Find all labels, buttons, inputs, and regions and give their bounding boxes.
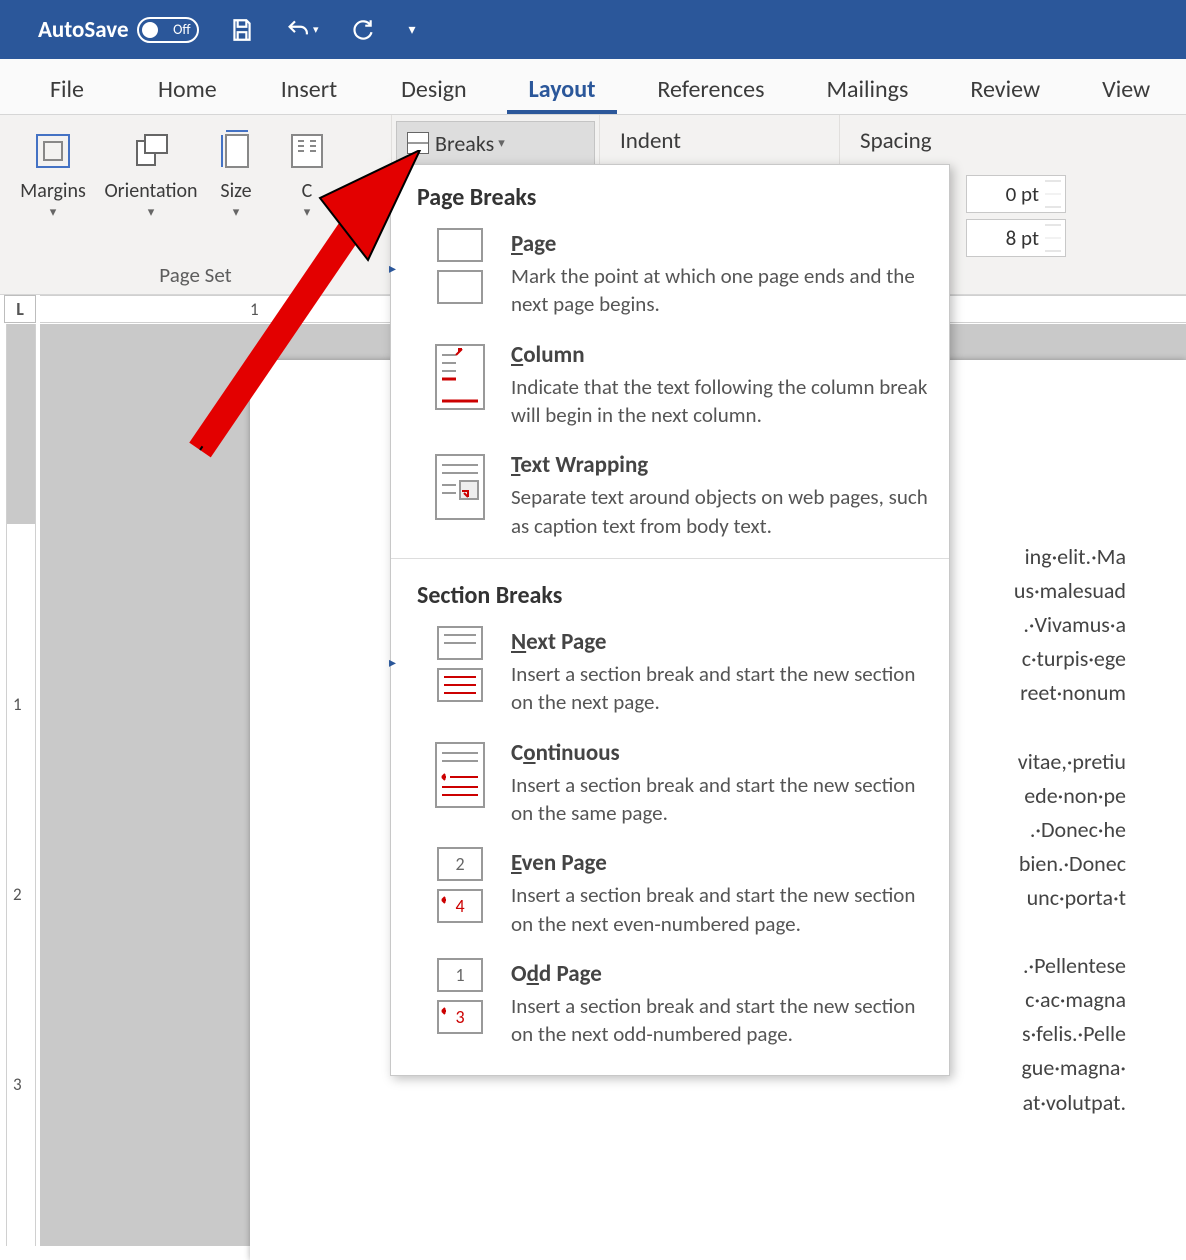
next-page-desc: Insert a section break and start the new… <box>511 660 931 717</box>
even-page-icon: 24 <box>431 849 489 921</box>
column-desc: Indicate that the text following the col… <box>511 373 931 430</box>
svg-text:1: 1 <box>455 964 464 986</box>
tab-file[interactable]: File <box>28 63 106 114</box>
page-title: Page <box>511 230 931 258</box>
chevron-down-icon: ▾ <box>148 205 155 220</box>
tab-view[interactable]: View <box>1080 63 1172 114</box>
selection-chevron-icon: ▸ <box>389 654 396 671</box>
menu-separator <box>391 558 949 559</box>
page-breaks-heading: Page Breaks <box>391 165 949 222</box>
autosave-toggle[interactable]: Off <box>137 17 199 43</box>
section-breaks-heading: Section Breaks <box>391 563 949 620</box>
continuous-icon <box>431 739 489 811</box>
odd-page-icon: 13 <box>431 960 489 1032</box>
indent-heading: Indent <box>604 121 835 155</box>
next-page-title: Next Page <box>511 628 931 656</box>
tab-review[interactable]: Review <box>948 63 1062 114</box>
spacing-heading: Spacing <box>844 121 956 155</box>
tab-design[interactable]: Design <box>379 63 489 114</box>
odd-page-title: Odd Page <box>511 960 931 988</box>
next-page-icon <box>431 628 489 700</box>
autosave-state: Off <box>173 21 190 38</box>
breaks-dropdown-menu: Page Breaks ▸ Page Mark the point at whi… <box>390 164 950 1076</box>
chevron-down-icon: ▾ <box>304 205 311 220</box>
margins-label: Margins <box>20 179 86 203</box>
autosave-label: AutoSave <box>38 16 129 44</box>
chevron-down-icon: ▾ <box>498 136 505 151</box>
titlebar: AutoSave Off ▾ ▾ <box>0 0 1186 59</box>
chevron-down-icon: ▾ <box>233 205 240 220</box>
ribbon-tabs: File Home Insert Design Layout Reference… <box>0 59 1186 115</box>
tab-mailings[interactable]: Mailings <box>805 63 931 114</box>
svg-text:2: 2 <box>455 853 464 875</box>
column-break-icon <box>431 341 489 413</box>
ruler-tab-selector[interactable]: L <box>4 295 36 323</box>
group-page-setup-label: Page Set <box>159 262 231 288</box>
continuous-desc: Insert a section break and start the new… <box>511 771 931 828</box>
text-wrapping-title: Text Wrapping <box>511 451 931 479</box>
columns-icon <box>285 129 329 173</box>
margins-button[interactable]: Margins ▾ <box>4 121 102 220</box>
column-title: Column <box>511 341 931 369</box>
breaks-continuous-item[interactable]: Continuous Insert a section break and st… <box>391 731 949 842</box>
text-wrapping-desc: Separate text around objects on web page… <box>511 483 931 540</box>
breaks-page-item[interactable]: ▸ Page Mark the point at which one page … <box>391 222 949 333</box>
selection-chevron-icon: ▸ <box>389 260 396 277</box>
breaks-column-item[interactable]: Column Indicate that the text following … <box>391 333 949 444</box>
svg-text:3: 3 <box>455 1006 464 1028</box>
spacing-after-input[interactable]: 8 pt <box>966 219 1066 257</box>
page-break-icon <box>431 230 489 302</box>
tab-layout[interactable]: Layout <box>507 63 618 114</box>
vertical-ruler[interactable]: 1 2 3 <box>6 324 36 1246</box>
undo-icon[interactable]: ▾ <box>285 13 319 47</box>
orientation-label: Orientation <box>104 179 197 203</box>
breaks-next-page-item[interactable]: ▸ Next Page Insert a section break and s… <box>391 620 949 731</box>
size-icon <box>214 129 258 173</box>
even-page-desc: Insert a section break and start the new… <box>511 881 931 938</box>
qat-customize-icon[interactable]: ▾ <box>409 21 416 38</box>
size-button[interactable]: Size ▾ <box>200 121 272 220</box>
chevron-down-icon: ▾ <box>50 205 57 220</box>
breaks-button[interactable]: Breaks ▾ <box>396 121 595 165</box>
odd-page-desc: Insert a section break and start the new… <box>511 992 931 1049</box>
tab-home[interactable]: Home <box>136 63 239 114</box>
even-page-title: Even Page <box>511 849 931 877</box>
columns-label: C <box>302 179 313 203</box>
tab-references[interactable]: References <box>635 63 786 114</box>
orientation-button[interactable]: Orientation ▾ <box>102 121 200 220</box>
size-label: Size <box>220 179 251 203</box>
breaks-even-page-item[interactable]: 24 Even Page Insert a section break and … <box>391 841 949 952</box>
breaks-text-wrapping-item[interactable]: Text Wrapping Separate text around objec… <box>391 443 949 554</box>
redo-icon[interactable] <box>345 13 379 47</box>
save-icon[interactable] <box>225 13 259 47</box>
continuous-title: Continuous <box>511 739 931 767</box>
orientation-icon <box>129 129 173 173</box>
columns-button[interactable]: C ▾ <box>272 121 342 220</box>
breaks-label: Breaks <box>435 130 494 157</box>
breaks-odd-page-item[interactable]: 13 Odd Page Insert a section break and s… <box>391 952 949 1063</box>
margins-icon <box>31 129 75 173</box>
svg-text:4: 4 <box>455 895 464 917</box>
spacing-before-input[interactable]: 0 pt <box>966 175 1066 213</box>
breaks-icon <box>407 132 429 154</box>
text-wrapping-icon <box>431 451 489 523</box>
tab-insert[interactable]: Insert <box>259 63 359 114</box>
page-desc: Mark the point at which one page ends an… <box>511 262 931 319</box>
